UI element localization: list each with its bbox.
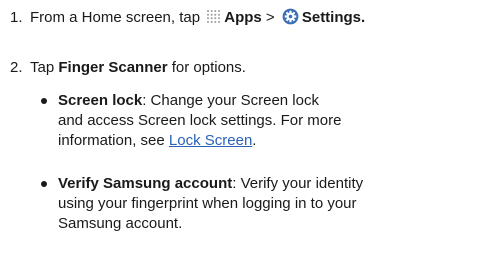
finger-scanner-label: Finger Scanner xyxy=(58,59,168,76)
step-end-period: . xyxy=(361,9,366,26)
step-number: 2. xyxy=(10,59,23,76)
menu-separator: > xyxy=(265,9,275,26)
bullet-title: Screen lock xyxy=(58,92,143,109)
bullet-title: Verify Samsung account xyxy=(58,175,233,192)
bullet-text: Samsung account. xyxy=(58,215,183,232)
step-number: 1. xyxy=(10,9,23,26)
bullet-text: and access Screen lock settings. For mor… xyxy=(58,112,342,129)
bullet-screen-lock: Screen lock: Change your Screen lock and… xyxy=(40,91,490,151)
step-text: Tap xyxy=(30,59,55,76)
bullet-text: : Verify your identity xyxy=(232,175,364,192)
bullet-text: using your fingerprint when logging in t… xyxy=(58,195,357,212)
bullet-verify-samsung-account: Verify Samsung account: Verify your iden… xyxy=(40,174,490,234)
apps-grid-icon xyxy=(206,9,221,24)
step-text: for options. xyxy=(171,59,246,76)
lock-screen-link[interactable]: Lock Screen xyxy=(169,132,252,149)
bullet-text: information, see xyxy=(58,132,165,149)
settings-label: Settings xyxy=(301,9,362,26)
step-2: 2. Tap Finger Scanner for options. xyxy=(10,59,246,77)
apps-label: Apps xyxy=(224,9,262,26)
settings-gear-icon xyxy=(282,8,299,25)
bullet-text: : Change your Screen lock xyxy=(142,92,319,109)
step-1: 1. From a Home screen, tap Apps > Settin… xyxy=(10,8,365,27)
step-text: From a Home screen, tap xyxy=(30,9,201,26)
bullet-text: . xyxy=(252,132,257,149)
